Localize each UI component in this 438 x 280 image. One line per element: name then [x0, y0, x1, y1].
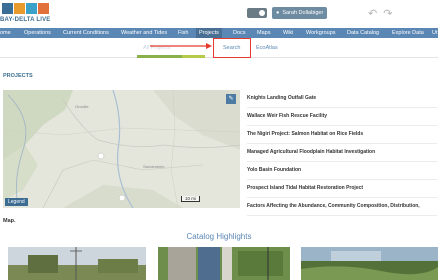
- project-list: Knights Landing Outfall Gate Wallace Wei…: [247, 90, 437, 216]
- search-highlight-box: [213, 38, 251, 58]
- subnav-ecoatlas[interactable]: EcoAtlas: [256, 45, 278, 51]
- nav-item-operations[interactable]: Operations: [24, 28, 51, 38]
- svg-text:Oroville: Oroville: [75, 104, 89, 109]
- catalog-highlights-title: Catalog Highlights: [186, 232, 252, 241]
- tab-underline-marker-secondary: [182, 55, 205, 58]
- map-legend-button[interactable]: Legend: [5, 198, 28, 206]
- user-name: Sarah Dollabiger: [282, 10, 324, 16]
- list-item[interactable]: Prospect Island Tidal Habitat Restoratio…: [247, 180, 437, 198]
- toggle-switch[interactable]: [247, 8, 267, 18]
- nav-item-maps[interactable]: Maps: [257, 28, 270, 38]
- history-controls: ↶ ↷: [368, 7, 398, 20]
- logo-text: BAY-DELTA LIVE: [0, 17, 51, 23]
- redo-arrow-icon[interactable]: ↷: [383, 8, 392, 20]
- nav-item-data-catalog[interactable]: Data Catalog: [347, 28, 379, 38]
- list-item[interactable]: Knights Landing Outfall Gate: [247, 90, 437, 108]
- tab-underline-marker: [137, 55, 182, 58]
- projects-map[interactable]: Oroville Sacramento ✎ Legend 10 mi: [3, 90, 240, 208]
- list-item[interactable]: Wallace Weir Fish Rescue Facility: [247, 108, 437, 126]
- nav-item-projects[interactable]: Projects: [196, 28, 222, 38]
- svg-text:Sacramento: Sacramento: [143, 164, 165, 169]
- logo-tiles: [2, 3, 49, 14]
- map-scale-bar: 10 mi: [181, 196, 201, 202]
- toggle-knob: [259, 10, 265, 16]
- list-item[interactable]: Managed Agricultural Floodplain Habitat …: [247, 144, 437, 162]
- user-icon: ●: [276, 10, 280, 16]
- nav-item-workgroups[interactable]: Workgroups: [306, 28, 336, 38]
- annotation-arrow-icon: [150, 43, 212, 49]
- catalog-thumbnail-2[interactable]: [158, 247, 290, 280]
- site-header: BAY-DELTA LIVE ● Sarah Dollabiger ↶ ↷: [0, 0, 438, 28]
- catalog-thumbnails: [0, 247, 438, 280]
- page: BAY-DELTA LIVE ●Sarah Dollabiger ↶↷ Home…: [0, 0, 438, 280]
- user-account-button[interactable]: ● Sarah Dollabiger: [272, 7, 327, 19]
- nav-item-more[interactable]: Ut: [432, 28, 438, 38]
- catalog-thumbnail-3[interactable]: [301, 247, 438, 280]
- map-edit-icon[interactable]: ✎: [226, 94, 236, 104]
- nav-item-weather-tides[interactable]: Weather and Tides: [121, 28, 167, 38]
- map-terrain: Oroville Sacramento: [3, 90, 240, 208]
- site-logo[interactable]: BAY-DELTA LIVE: [0, 2, 52, 26]
- nav-item-fish[interactable]: Fish: [178, 28, 188, 38]
- list-item[interactable]: Factors Affecting the Abundance, Communi…: [247, 198, 437, 216]
- nav-item-current-conditions[interactable]: Current Conditions: [63, 28, 109, 38]
- nav-item-docs[interactable]: Docs: [233, 28, 246, 38]
- list-item[interactable]: The Nigiri Project: Salmon Habitat on Ri…: [247, 126, 437, 144]
- nav-item-home[interactable]: Home: [0, 28, 11, 38]
- list-item[interactable]: Yolo Basin Foundation: [247, 162, 437, 180]
- nav-item-wiki[interactable]: Wiki: [283, 28, 293, 38]
- main-nav: Home Operations Current Conditions Weath…: [0, 28, 438, 38]
- nav-item-explore-data[interactable]: Explore Data: [392, 28, 424, 38]
- undo-arrow-icon[interactable]: ↶: [368, 8, 377, 20]
- map-caption: Map.: [3, 218, 16, 224]
- catalog-thumbnail-1[interactable]: [8, 247, 146, 280]
- projects-title: PROJECTS: [3, 73, 33, 79]
